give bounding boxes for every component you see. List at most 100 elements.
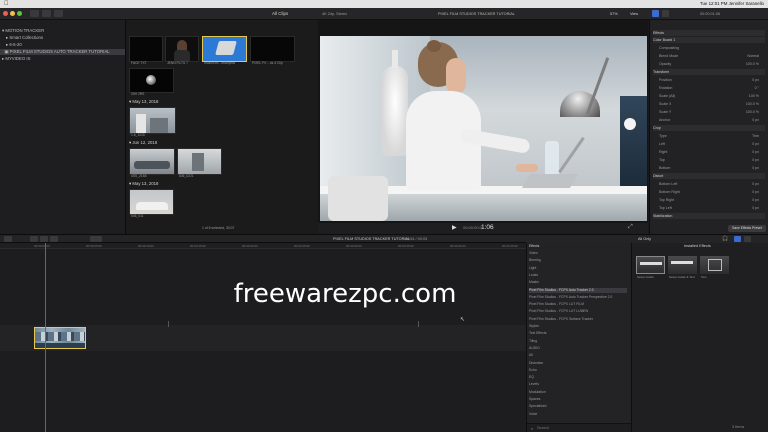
video-frame[interactable] <box>320 36 647 221</box>
inspector-parameter-row[interactable]: Bottom Left 0 px <box>653 181 765 187</box>
effects-category-item[interactable]: Light <box>529 266 627 271</box>
timeline[interactable]: 00:00:00:00 00:00:05:00 00:00:10:00 00:00:1… <box>0 243 526 432</box>
inspector-parameter-value[interactable]: 0 px <box>752 149 759 155</box>
inspector-section[interactable]: Stabilization <box>653 213 765 219</box>
inspector-section[interactable]: Transform <box>653 69 765 75</box>
viewer-view-menu[interactable]: View <box>630 12 638 17</box>
effect-tile[interactable] <box>668 256 697 274</box>
apple-icon[interactable]:  <box>4 0 9 8</box>
inspector-parameter-row[interactable]: Rotation 0 ° <box>653 85 765 91</box>
inspector-parameter-row[interactable]: Right 0 px <box>653 149 765 155</box>
effect-tile[interactable] <box>700 256 729 274</box>
viewer-zoom[interactable]: 57% <box>610 12 618 17</box>
effects-category-item[interactable]: Spaces <box>529 397 627 402</box>
inspector-parameter-value[interactable]: 0 px <box>752 141 759 147</box>
clip-thumbnail[interactable] <box>129 36 163 62</box>
effects-category-item[interactable]: Voice <box>529 412 627 417</box>
inspector-parameter-value[interactable]: 0 px <box>752 165 759 171</box>
inspector-parameter-value[interactable]: 0 px <box>752 77 759 83</box>
effects-browser-toggle[interactable] <box>734 236 741 242</box>
inspector-parameter-row[interactable]: Left 0 px <box>653 141 765 147</box>
inspector-parameter-row[interactable]: Bottom 0 px <box>653 165 765 171</box>
inspector-parameter-row[interactable]: Position 0 px <box>653 77 765 83</box>
inspector-parameter-value[interactable]: 0 px <box>752 181 759 187</box>
effects-category-item[interactable]: Stylize <box>529 324 627 329</box>
effects-filter[interactable]: Installed Effects <box>684 244 711 249</box>
insert-clip-button[interactable] <box>40 236 48 242</box>
inspector-parameter-value[interactable]: 100.0 % <box>746 101 759 107</box>
inspector-parameter-row[interactable]: Anchor 0 px <box>653 117 765 123</box>
inspector-toggle-button[interactable] <box>652 10 659 17</box>
effects-category-item[interactable]: Distortion <box>529 361 627 366</box>
inspector-parameter-value[interactable]: 0 px <box>752 189 759 195</box>
clip-thumbnail[interactable] <box>165 36 199 62</box>
index-button[interactable] <box>4 236 12 242</box>
effects-category-item[interactable]: Video <box>529 251 627 256</box>
effects-category-item[interactable]: All <box>529 353 627 358</box>
event-6-5-20[interactable]: ▸ 6-5-20 <box>6 42 22 48</box>
library-motion-tracker[interactable]: ▾ MOTION TRACKER <box>2 28 44 34</box>
zoom-window-button[interactable] <box>17 11 22 16</box>
connect-clip-button[interactable] <box>30 236 38 242</box>
inspector-section[interactable]: Distort <box>653 173 765 179</box>
event-pixel-film-studios[interactable]: ▣ PIXEL FILM STUDIOS AUTO TRACKER TUTORI… <box>0 49 125 55</box>
effects-category-item[interactable]: AUDIO <box>529 346 627 351</box>
inspector-parameter-row[interactable]: Scale Y 100.0 % <box>653 109 765 115</box>
inspector-parameter-value[interactable]: 100.0 % <box>746 109 759 115</box>
inspector-parameter-value[interactable]: Normal <box>747 53 759 59</box>
effects-search-input[interactable]: Search <box>537 426 549 431</box>
clip-thumbnail[interactable] <box>250 36 295 62</box>
browser-filter[interactable]: All Clips <box>272 11 288 17</box>
tools-menu[interactable] <box>90 236 102 242</box>
inspector-parameter-value[interactable]: 100.0 % <box>746 61 759 67</box>
inspector-parameter-value[interactable]: 0 px <box>752 157 759 163</box>
effects-category-item[interactable]: Blurring <box>529 258 627 263</box>
inspector-parameter-row[interactable]: Compositing <box>653 45 765 51</box>
inspector-parameter-row[interactable]: Scale (All) 100 % <box>653 93 765 99</box>
save-effects-preset-button[interactable]: Save Effects Preset <box>728 225 766 232</box>
effects-category-item[interactable]: Pixel Film Studios - FCPX Surface Tracke… <box>529 317 627 322</box>
inspector-parameter-row[interactable]: Opacity 100.0 % <box>653 61 765 67</box>
inspector-parameter-row[interactable]: Bottom Right 0 px <box>653 189 765 195</box>
effect-tile[interactable] <box>636 256 665 274</box>
inspector-parameter-value[interactable]: 100 % <box>749 93 759 99</box>
playhead[interactable] <box>45 243 46 432</box>
inspector-parameter-value[interactable]: 0 ° <box>755 85 759 91</box>
effects-category-item[interactable]: Specialized <box>529 404 627 409</box>
inspector-parameter-row[interactable]: Type Trim <box>653 133 765 139</box>
inspector-parameter-row[interactable]: Top 0 px <box>653 157 765 163</box>
effects-category-item[interactable]: EQ <box>529 375 627 380</box>
inspector-section[interactable]: Crop <box>653 125 765 131</box>
keyword-button[interactable] <box>42 10 51 17</box>
smart-collections-item[interactable]: ▸ Smart Collections <box>6 35 43 41</box>
close-window-button[interactable] <box>3 11 8 16</box>
append-clip-button[interactable] <box>50 236 58 242</box>
audio-inspector-button[interactable] <box>662 10 669 17</box>
clip-thumbnail[interactable] <box>177 148 222 175</box>
fullscreen-icon[interactable]: ⤢ <box>628 224 633 231</box>
effects-category-item[interactable]: Levels <box>529 382 627 387</box>
headphones-icon[interactable]: 🎧 <box>722 236 728 242</box>
import-button[interactable] <box>30 10 39 17</box>
clip-thumbnail-selected[interactable] <box>202 36 247 62</box>
inspector-parameter-value[interactable]: 0 px <box>752 117 759 123</box>
timeline-ruler[interactable]: 00:00:00:00 00:00:05:00 00:00:10:00 00:00:1… <box>0 243 526 249</box>
effects-category-item[interactable]: Modulation <box>529 390 627 395</box>
inspector-parameter-row[interactable]: Blend Mode Normal <box>653 53 765 59</box>
background-tasks-button[interactable] <box>54 10 63 17</box>
inspector-parameter-value[interactable]: 0 px <box>752 205 759 211</box>
timeline-clip[interactable] <box>34 327 86 349</box>
transitions-browser-toggle[interactable] <box>744 236 751 242</box>
inspector-parameter-row[interactable]: Top Right 0 px <box>653 197 765 203</box>
play-icon[interactable]: ▶ <box>452 224 457 231</box>
effects-category-item[interactable]: Echo <box>529 368 627 373</box>
inspector-parameter-value[interactable]: 0 px <box>752 197 759 203</box>
clip-thumbnail[interactable] <box>129 68 174 93</box>
inspector-parameter-row[interactable]: Scale X 100.0 % <box>653 101 765 107</box>
minimize-window-button[interactable] <box>10 11 15 16</box>
effects-category-item[interactable]: Text Effects <box>529 331 627 336</box>
inspector-parameter-row[interactable]: Top Left 0 px <box>653 205 765 211</box>
inspector-section[interactable]: Color Board 1 <box>653 37 765 43</box>
clip-thumbnail[interactable] <box>129 107 176 134</box>
inspector-parameter-value[interactable]: Trim <box>752 133 759 139</box>
